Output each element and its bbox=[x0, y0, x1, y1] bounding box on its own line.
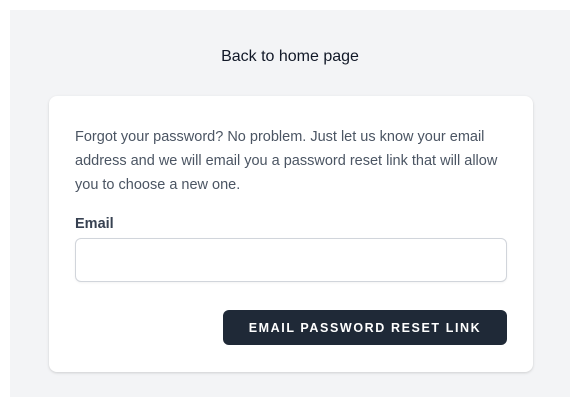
instructions-text: Forgot your password? No problem. Just l… bbox=[75, 129, 498, 193]
email-password-reset-link-button[interactable]: EMAIL PASSWORD RESET LINK bbox=[223, 310, 507, 345]
back-to-home-link[interactable]: Back to home page bbox=[10, 48, 570, 66]
forgot-password-card: Forgot your password? No problem. Just l… bbox=[49, 96, 533, 372]
page-background: Back to home page Forgot your password? … bbox=[10, 10, 570, 397]
email-label: Email bbox=[75, 216, 114, 232]
email-input[interactable] bbox=[75, 238, 507, 282]
